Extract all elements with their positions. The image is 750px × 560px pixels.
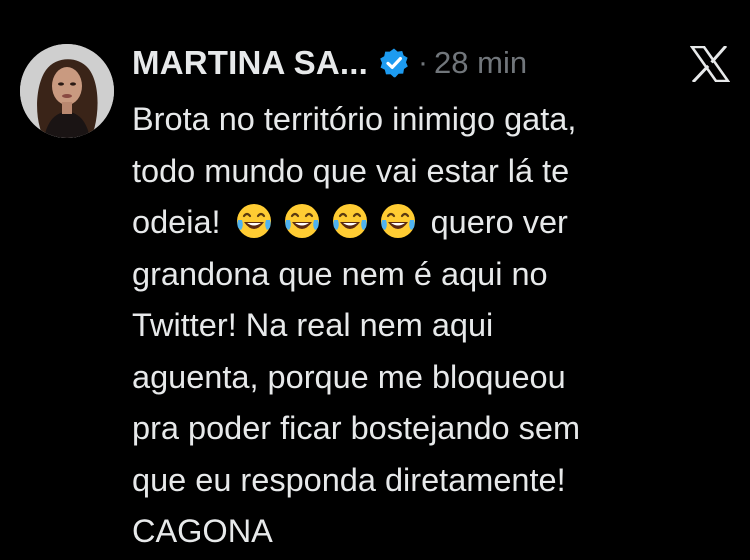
verified-badge-icon <box>378 47 410 79</box>
tweet-text-line: grandona que nem é aqui no <box>132 255 548 292</box>
tweet-text-line: CAGONA <box>132 513 273 549</box>
tweet-text-line: Brota no território inimigo gata, <box>132 101 577 137</box>
timestamp[interactable]: 28 min <box>434 45 527 81</box>
tweet-text-line: pra poder ficar bostejando sem <box>132 410 581 446</box>
tweet-text-segment: odeia! <box>132 204 221 240</box>
emoji-group <box>227 197 427 249</box>
tweet-text-line: odeia! quero ver <box>132 197 732 249</box>
tweet-text-line: Twitter! Na real nem aqui <box>132 307 494 343</box>
tweet-text-line: que eu responda diretamente! <box>132 461 566 498</box>
tweet-header: MARTINA SA... · 28 min <box>132 40 527 86</box>
face-with-tears-of-joy-icon <box>283 202 321 240</box>
face-with-tears-of-joy-icon <box>331 202 369 240</box>
tweet-text-line: todo mundo que vai estar lá te <box>132 152 570 189</box>
face-with-tears-of-joy-icon <box>235 202 273 240</box>
x-logo-icon[interactable] <box>689 44 731 84</box>
tweet-text-segment: quero ver <box>430 204 568 240</box>
tweet-card[interactable]: MARTINA SA... · 28 min Brota no territór… <box>0 0 750 560</box>
avatar-image <box>20 44 114 138</box>
tweet-text-line: aguenta, porque me bloqueou <box>132 358 566 395</box>
author-name[interactable]: MARTINA SA... <box>132 44 368 82</box>
face-with-tears-of-joy-icon <box>379 202 417 240</box>
separator-dot: · <box>418 46 429 79</box>
avatar[interactable] <box>20 44 114 138</box>
tweet-text: Brota no território inimigo gata, todo m… <box>132 94 732 558</box>
